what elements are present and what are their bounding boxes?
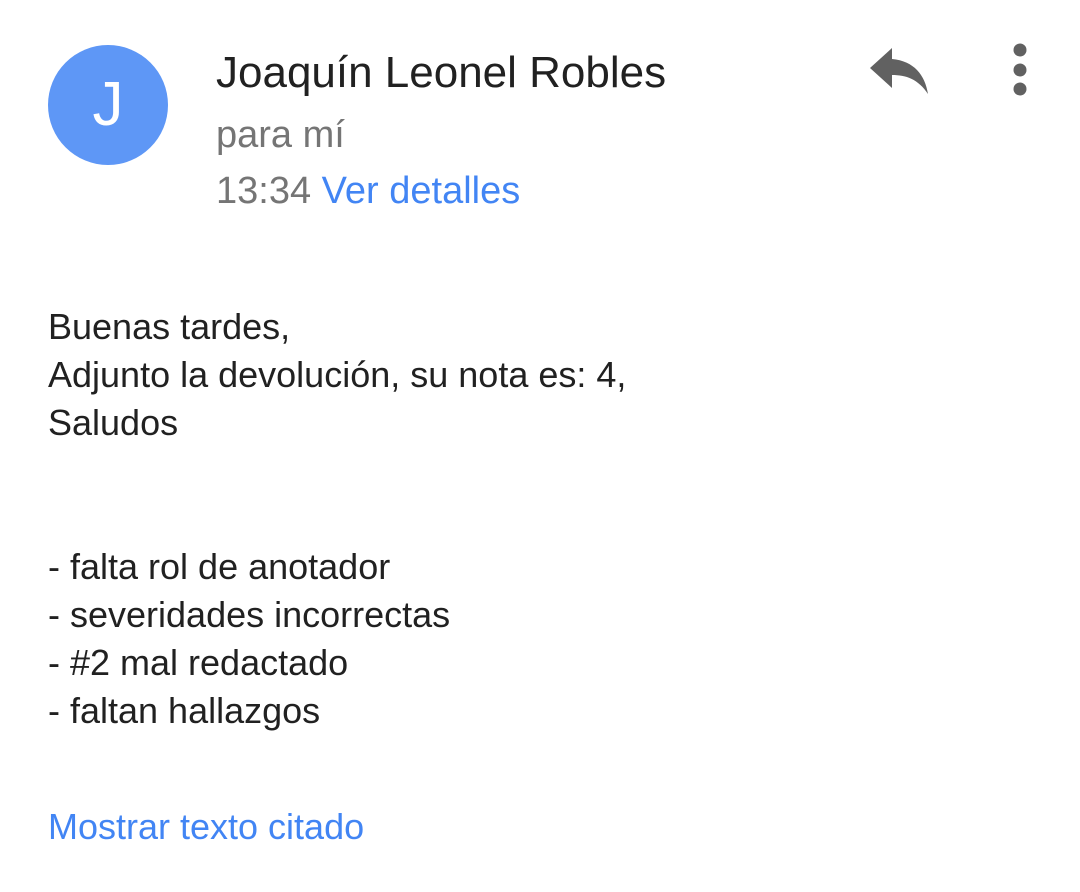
body-line: Adjunto la devolución, su nota es: 4, (48, 354, 627, 395)
body-line: Saludos (48, 402, 179, 443)
reply-button[interactable] (866, 44, 932, 100)
recipient-label: para mí (216, 114, 345, 156)
email-meta: 13:34 Ver detalles (216, 170, 520, 213)
more-options-button[interactable] (1000, 40, 1040, 102)
list-item: - #2 mal redactado (48, 642, 349, 683)
list-item: - severidades incorrectas (48, 594, 451, 635)
sender-avatar[interactable]: J (48, 45, 168, 165)
email-body: Buenas tardes, Adjunto la devolución, su… (48, 303, 626, 447)
sender-name[interactable]: Joaquín Leonel Robles (216, 48, 666, 98)
more-vert-icon (1013, 43, 1027, 96)
list-item: - faltan hallazgos (48, 690, 321, 731)
email-time: 13:34 (216, 170, 312, 212)
body-line: Buenas tardes, (48, 306, 291, 347)
feedback-list: - falta rol de anotador - severidades in… (48, 543, 450, 735)
reply-icon (870, 48, 928, 94)
show-quoted-text-link[interactable]: Mostrar texto citado (48, 806, 364, 848)
avatar-initial: J (92, 70, 124, 139)
list-item: - falta rol de anotador (48, 546, 391, 587)
view-details-link[interactable]: Ver detalles (322, 170, 521, 212)
